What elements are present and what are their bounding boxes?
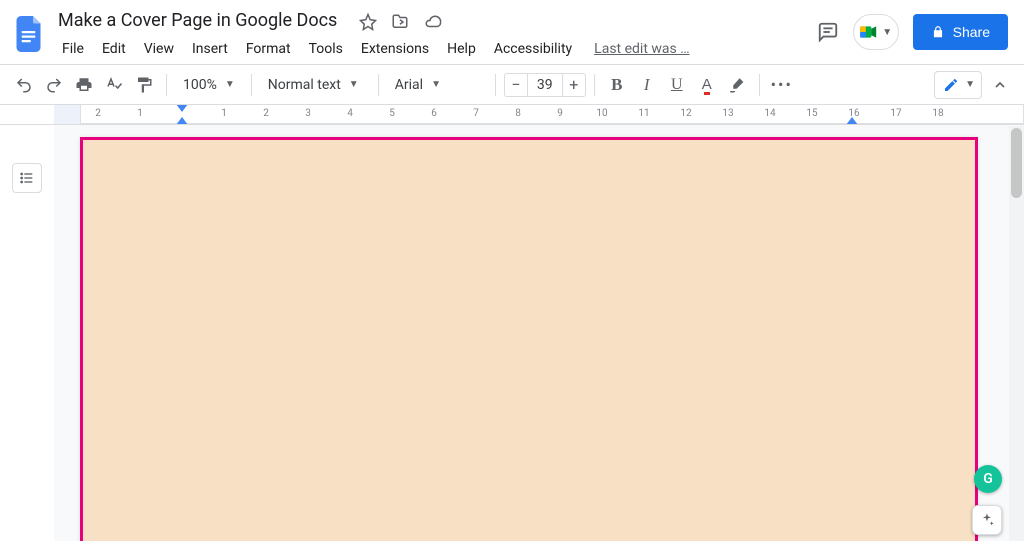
ruler-num: 2 xyxy=(263,108,269,119)
toolbar-sep xyxy=(594,74,595,96)
document-title[interactable]: Make a Cover Page in Google Docs xyxy=(54,8,341,33)
grammarly-badge[interactable]: G xyxy=(974,465,1002,493)
horizontal-ruler[interactable]: 2 1 1 2 3 4 5 6 7 8 9 10 11 12 13 14 15 … xyxy=(54,105,1024,124)
last-edit-link[interactable]: Last edit was … xyxy=(592,37,691,61)
toolbar-sep xyxy=(251,74,252,96)
font-family-value: Arial xyxy=(395,77,423,93)
ruler-gutter xyxy=(0,105,54,124)
ruler-num: 1 xyxy=(221,108,227,119)
ruler-num: 17 xyxy=(890,108,901,119)
menu-file[interactable]: File xyxy=(54,37,92,61)
collapse-toolbar-button[interactable] xyxy=(986,71,1014,99)
ruler-num: 1 xyxy=(137,108,143,119)
editing-mode-button[interactable]: ▼ xyxy=(934,71,982,99)
underline-button[interactable]: U xyxy=(663,71,691,99)
ruler-num: 4 xyxy=(347,108,353,119)
star-icon[interactable] xyxy=(359,13,377,31)
ruler-num: 11 xyxy=(638,108,649,119)
menu-extensions[interactable]: Extensions xyxy=(353,37,437,61)
font-size-group: − 39 + xyxy=(504,73,586,97)
share-button[interactable]: Share xyxy=(913,14,1008,50)
cloud-status-icon[interactable] xyxy=(423,13,443,31)
menu-insert[interactable]: Insert xyxy=(184,37,236,61)
bold-button[interactable]: B xyxy=(603,71,631,99)
spellcheck-button[interactable] xyxy=(100,71,128,99)
toolbar-sep xyxy=(378,74,379,96)
paragraph-style-value: Normal text xyxy=(268,77,341,93)
font-size-decrease[interactable]: − xyxy=(504,73,528,97)
page[interactable] xyxy=(80,137,978,541)
left-indent-marker[interactable] xyxy=(176,117,188,124)
redo-button[interactable] xyxy=(40,71,68,99)
share-label: Share xyxy=(953,24,990,40)
text-color-button[interactable]: A xyxy=(693,71,721,99)
ruler-num: 3 xyxy=(305,108,311,119)
paragraph-style-select[interactable]: Normal text ▼ xyxy=(260,71,370,99)
font-size-input[interactable]: 39 xyxy=(528,73,562,97)
menu-view[interactable]: View xyxy=(136,37,182,61)
menu-accessibility[interactable]: Accessibility xyxy=(486,37,580,61)
more-tools-button[interactable]: ••• xyxy=(768,71,796,99)
ruler-num: 16 xyxy=(848,108,859,119)
document-outline-button[interactable] xyxy=(12,163,42,193)
undo-button[interactable] xyxy=(10,71,38,99)
paint-format-button[interactable] xyxy=(130,71,158,99)
scrollbar-thumb[interactable] xyxy=(1011,128,1022,198)
toolbar-sep xyxy=(166,74,167,96)
toolbar-sep xyxy=(759,74,760,96)
menu-format[interactable]: Format xyxy=(238,37,299,61)
menu-help[interactable]: Help xyxy=(439,37,484,61)
italic-button[interactable]: I xyxy=(633,71,661,99)
toolbar: 100% ▼ Normal text ▼ Arial ▼ − 39 + B I … xyxy=(0,65,1024,105)
chevron-down-icon: ▼ xyxy=(965,79,975,90)
ruler-num: 15 xyxy=(806,108,817,119)
chevron-down-icon: ▼ xyxy=(431,79,441,90)
font-family-select[interactable]: Arial ▼ xyxy=(387,71,487,99)
menu-tools[interactable]: Tools xyxy=(301,37,351,61)
comments-icon[interactable] xyxy=(817,21,839,43)
menu-bar: File Edit View Insert Format Tools Exten… xyxy=(54,37,692,61)
ruler-num: 14 xyxy=(764,108,775,119)
move-icon[interactable] xyxy=(391,13,409,31)
ruler-num: 12 xyxy=(680,108,691,119)
chevron-down-icon: ▼ xyxy=(349,79,359,90)
ruler-num: 13 xyxy=(722,108,733,119)
toolbar-sep xyxy=(495,74,496,96)
ruler-num: 9 xyxy=(557,108,563,119)
ruler-num: 10 xyxy=(596,108,607,119)
zoom-select[interactable]: 100% ▼ xyxy=(175,71,243,99)
vertical-scrollbar[interactable] xyxy=(1009,126,1024,541)
font-size-increase[interactable]: + xyxy=(562,73,586,97)
explore-button[interactable] xyxy=(972,505,1002,535)
print-button[interactable] xyxy=(70,71,98,99)
menu-edit[interactable]: Edit xyxy=(94,37,134,61)
ruler-num: 18 xyxy=(932,108,943,119)
ruler-num: 5 xyxy=(389,108,395,119)
meet-button[interactable]: ▼ xyxy=(853,14,899,50)
ruler-num: 8 xyxy=(515,108,521,119)
highlight-button[interactable] xyxy=(723,71,751,99)
first-line-indent-marker[interactable] xyxy=(176,105,188,112)
ruler-num: 7 xyxy=(473,108,479,119)
chevron-down-icon: ▼ xyxy=(225,79,235,90)
zoom-value: 100% xyxy=(183,77,217,93)
docs-logo[interactable] xyxy=(12,10,48,58)
ruler-num: 6 xyxy=(431,108,437,119)
document-canvas[interactable] xyxy=(54,125,1024,541)
ruler-num: 2 xyxy=(95,108,101,119)
